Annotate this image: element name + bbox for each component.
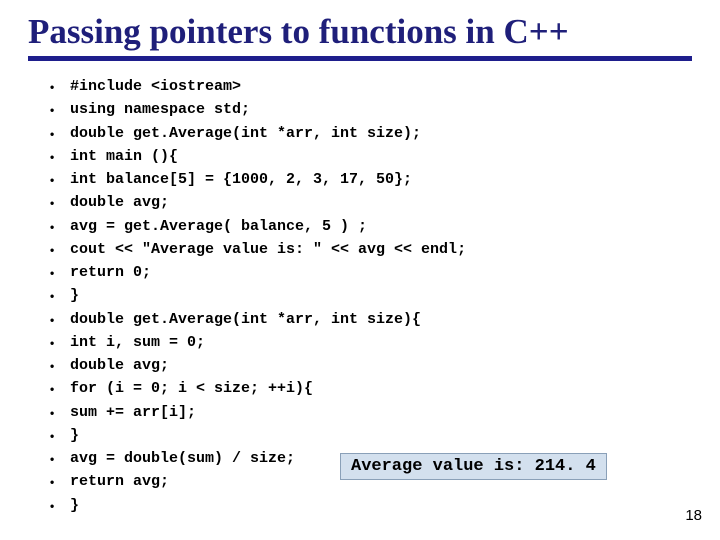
code-line: •sum += arr[i];: [50, 401, 692, 424]
code-line: •int main (){: [50, 145, 692, 168]
bullet-icon: •: [50, 494, 70, 516]
bullet-icon: •: [50, 98, 70, 120]
code-line: •double avg;: [50, 354, 692, 377]
bullet-icon: •: [50, 168, 70, 190]
bullet-icon: •: [50, 261, 70, 283]
code-text: int main (){: [70, 145, 178, 168]
code-text: cout << "Average value is: " << avg << e…: [70, 238, 466, 261]
bullet-icon: •: [50, 424, 70, 446]
bullet-icon: •: [50, 284, 70, 306]
bullet-icon: •: [50, 75, 70, 97]
bullet-icon: •: [50, 145, 70, 167]
code-line: •using namespace std;: [50, 98, 692, 121]
code-text: double avg;: [70, 191, 169, 214]
bullet-icon: •: [50, 215, 70, 237]
code-text: double get.Average(int *arr, int size);: [70, 122, 421, 145]
code-line: •double get.Average(int *arr, int size){: [50, 308, 692, 331]
code-text: return avg;: [70, 470, 169, 493]
page-number: 18: [685, 507, 702, 524]
code-line: •return 0;: [50, 261, 692, 284]
code-text: for (i = 0; i < size; ++i){: [70, 377, 313, 400]
bullet-icon: •: [50, 238, 70, 260]
bullet-icon: •: [50, 354, 70, 376]
code-text: double avg;: [70, 354, 169, 377]
title-underline: [28, 56, 692, 61]
bullet-icon: •: [50, 122, 70, 144]
code-line: •cout << "Average value is: " << avg << …: [50, 238, 692, 261]
code-text: }: [70, 424, 79, 447]
code-line: •#include <iostream>: [50, 75, 692, 98]
code-listing: •#include <iostream> •using namespace st…: [28, 75, 692, 517]
bullet-icon: •: [50, 377, 70, 399]
code-line: •double avg;: [50, 191, 692, 214]
code-line: •avg = get.Average( balance, 5 ) ;: [50, 215, 692, 238]
code-text: }: [70, 494, 79, 517]
code-line: •double get.Average(int *arr, int size);: [50, 122, 692, 145]
code-text: sum += arr[i];: [70, 401, 196, 424]
bullet-icon: •: [50, 331, 70, 353]
bullet-icon: •: [50, 401, 70, 423]
code-text: int balance[5] = {1000, 2, 3, 17, 50};: [70, 168, 412, 191]
bullet-icon: •: [50, 308, 70, 330]
code-line: •}: [50, 494, 692, 517]
code-text: double get.Average(int *arr, int size){: [70, 308, 421, 331]
bullet-icon: •: [50, 191, 70, 213]
output-callout: Average value is: 214. 4: [340, 453, 607, 480]
code-text: #include <iostream>: [70, 75, 241, 98]
code-text: avg = double(sum) / size;: [70, 447, 295, 470]
bullet-icon: •: [50, 470, 70, 492]
code-line: •int i, sum = 0;: [50, 331, 692, 354]
bullet-icon: •: [50, 447, 70, 469]
slide: Passing pointers to functions in C++ •#i…: [0, 0, 720, 540]
code-text: int i, sum = 0;: [70, 331, 205, 354]
code-line: •for (i = 0; i < size; ++i){: [50, 377, 692, 400]
code-text: avg = get.Average( balance, 5 ) ;: [70, 215, 367, 238]
code-line: •int balance[5] = {1000, 2, 3, 17, 50};: [50, 168, 692, 191]
code-line: •}: [50, 284, 692, 307]
code-line: •}: [50, 424, 692, 447]
code-text: }: [70, 284, 79, 307]
code-text: return 0;: [70, 261, 151, 284]
code-text: using namespace std;: [70, 98, 250, 121]
slide-title: Passing pointers to functions in C++: [28, 12, 692, 52]
